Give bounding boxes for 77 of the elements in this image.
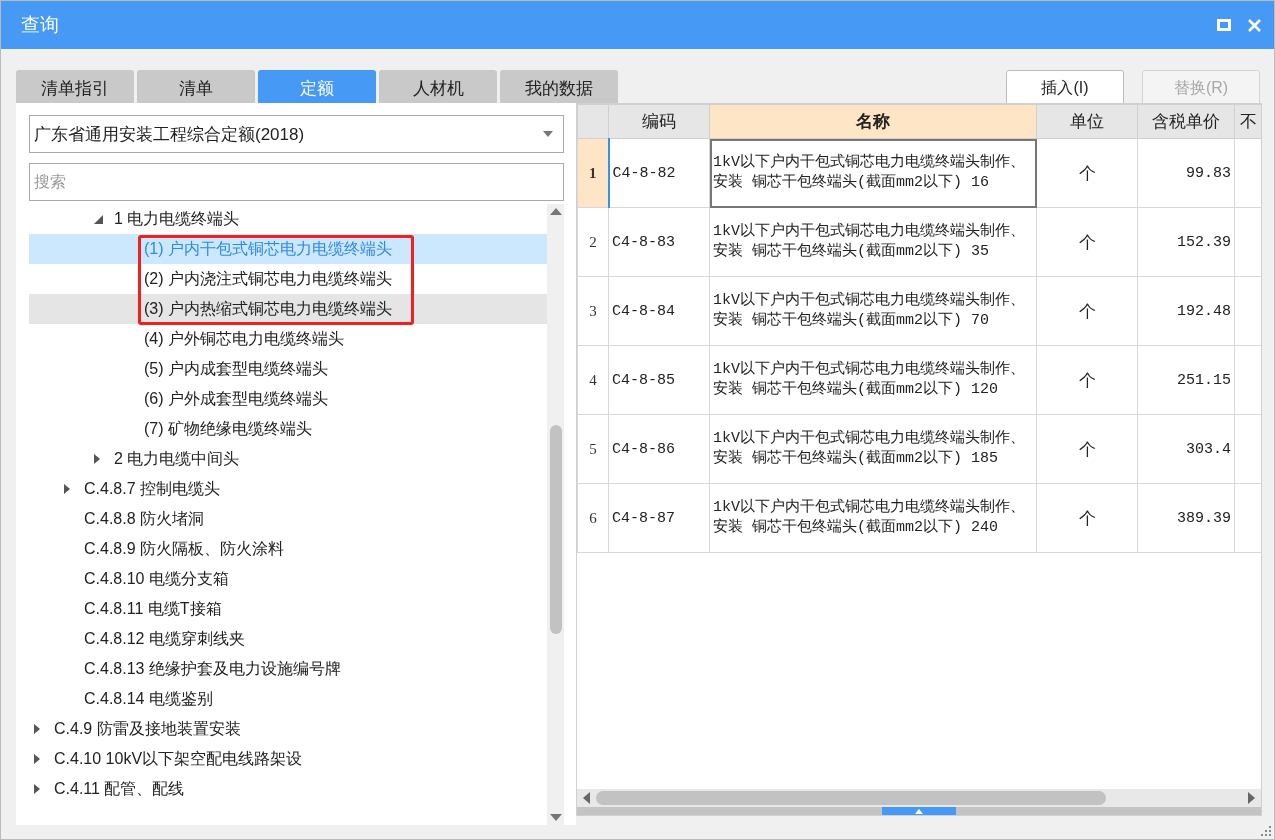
tree-item[interactable]: C.4.10 10kV以下架空配电线路架设 (29, 744, 547, 774)
scroll-up-icon[interactable] (549, 208, 562, 215)
table-cell: 99.83 (1137, 138, 1235, 208)
column-header[interactable]: 名称 (709, 104, 1037, 139)
table-cell: 1kV以下户内干包式铜芯电力电缆终端头制作、安装 铜芯干包终端头(截面mm2以下) 185 (709, 414, 1037, 484)
column-header[interactable]: 不 (1234, 104, 1261, 139)
table-cell: 个 (1036, 345, 1138, 415)
table-cell: 个 (1036, 138, 1138, 208)
table-cell: 389.39 (1137, 483, 1235, 553)
row-number[interactable]: 3 (577, 276, 609, 346)
expand-arrow-icon[interactable] (94, 454, 100, 464)
column-header[interactable]: 编码 (608, 104, 710, 139)
tree-item[interactable]: 1 电力电缆终端头 (29, 204, 547, 234)
column-header[interactable]: 含税单价 (1137, 104, 1235, 139)
row-number[interactable]: 1 (577, 138, 609, 208)
table-cell: 1kV以下户内干包式铜芯电力电缆终端头制作、安装 铜芯干包终端头(截面mm2以下) 35 (709, 207, 1037, 277)
table-cell: C4-8-85 (608, 345, 710, 415)
table-cell: 152.39 (1137, 207, 1235, 277)
expand-arrow-icon[interactable] (34, 784, 40, 794)
tree-item[interactable]: (4) 户外铜芯电力电缆终端头 (29, 324, 547, 354)
tree-item[interactable]: C.4.8.14 电缆鉴别 (29, 684, 547, 714)
horizontal-scrollbar[interactable] (577, 789, 1261, 807)
expand-arrow-icon[interactable] (34, 724, 40, 734)
row-number[interactable]: 4 (577, 345, 609, 415)
tree-item[interactable]: C.4.8.13 绝缘护套及电力设施编号牌 (29, 654, 547, 684)
close-icon[interactable] (1247, 17, 1262, 33)
scroll-right-icon[interactable] (1248, 792, 1255, 804)
collapse-arrow-icon[interactable] (94, 214, 103, 224)
table-cell: 251.15 (1137, 345, 1235, 415)
tree-item[interactable]: C.4.8.12 电缆穿刺线夹 (29, 624, 547, 654)
caret-icon (543, 131, 553, 137)
scroll-down-icon[interactable] (549, 814, 562, 821)
table-cell: 1kV以下户内干包式铜芯电力电缆终端头制作、安装 铜芯干包终端头(截面mm2以下) 16 (709, 138, 1037, 208)
resize-grip-icon[interactable] (1260, 825, 1272, 837)
column-header[interactable]: 单位 (1036, 104, 1138, 139)
table-cell: 个 (1036, 483, 1138, 553)
row-number[interactable]: 6 (577, 483, 609, 553)
table-cell: 303.4 (1137, 414, 1235, 484)
table-cell: 个 (1036, 414, 1138, 484)
table-cell: C4-8-83 (608, 207, 710, 277)
table-cell: C4-8-82 (608, 138, 710, 208)
table-cell: 1kV以下户内干包式铜芯电力电缆终端头制作、安装 铜芯干包终端头(截面mm2以下) 240 (709, 483, 1037, 553)
tree-item[interactable]: 2 电力电缆中间头 (29, 444, 547, 474)
tree-item[interactable]: C.4.8.10 电缆分支箱 (29, 564, 547, 594)
tree-item[interactable]: (6) 户外成套型电缆终端头 (29, 384, 547, 414)
library-dropdown[interactable]: 广东省通用安装工程综合定额(2018) (29, 115, 564, 153)
scrollbar-thumb[interactable] (549, 425, 562, 634)
window-title: 查询 (21, 13, 60, 37)
table-cell: C4-8-84 (608, 276, 710, 346)
vertical-scrollbar[interactable] (547, 204, 564, 825)
search-field[interactable]: 搜索 (29, 163, 564, 201)
tree-item[interactable]: C.4.8.8 防火堵洞 (29, 504, 547, 534)
row-number[interactable]: 5 (577, 414, 609, 484)
table-cell: 个 (1036, 276, 1138, 346)
tree-item[interactable]: C.4.9 防雷及接地装置安装 (29, 714, 547, 744)
tree-item[interactable]: (7) 矿物绝缘电缆终端头 (29, 414, 547, 444)
expand-arrow-icon[interactable] (34, 754, 40, 764)
row-number[interactable]: 2 (577, 207, 609, 277)
table-cell: 个 (1036, 207, 1138, 277)
tree-item[interactable]: C.4.8.9 防火隔板、防火涂料 (29, 534, 547, 564)
scroll-left-icon[interactable] (583, 792, 590, 804)
table-cell: 1kV以下户内干包式铜芯电力电缆终端头制作、安装 铜芯干包终端头(截面mm2以下) 70 (709, 276, 1037, 346)
tree-item[interactable]: C.4.11 配管、配线 (29, 774, 547, 804)
table-cell: C4-8-87 (608, 483, 710, 553)
table-cell: 192.48 (1137, 276, 1235, 346)
dropdown-value: 广东省通用安装工程综合定额(2018) (34, 123, 306, 146)
tree-item[interactable]: (5) 户内成套型电缆终端头 (29, 354, 547, 384)
expand-arrow-icon[interactable] (64, 484, 70, 494)
tree-item[interactable]: (3) 户内热缩式铜芯电力电缆终端头 (29, 294, 547, 324)
tree-item[interactable]: C.4.8.11 电缆T接箱 (29, 594, 547, 624)
table-cell: C4-8-86 (608, 414, 710, 484)
tree-item[interactable]: (2) 户内浇注式铜芯电力电缆终端头 (29, 264, 547, 294)
scrollbar-thumb[interactable] (596, 791, 1106, 805)
table-cell: 1kV以下户内干包式铜芯电力电缆终端头制作、安装 铜芯干包终端头(截面mm2以下) 120 (709, 345, 1037, 415)
maximize-icon[interactable] (1217, 18, 1231, 32)
splitter-handle[interactable] (882, 807, 956, 815)
tree-item[interactable]: C.4.8.7 控制电缆头 (29, 474, 547, 504)
